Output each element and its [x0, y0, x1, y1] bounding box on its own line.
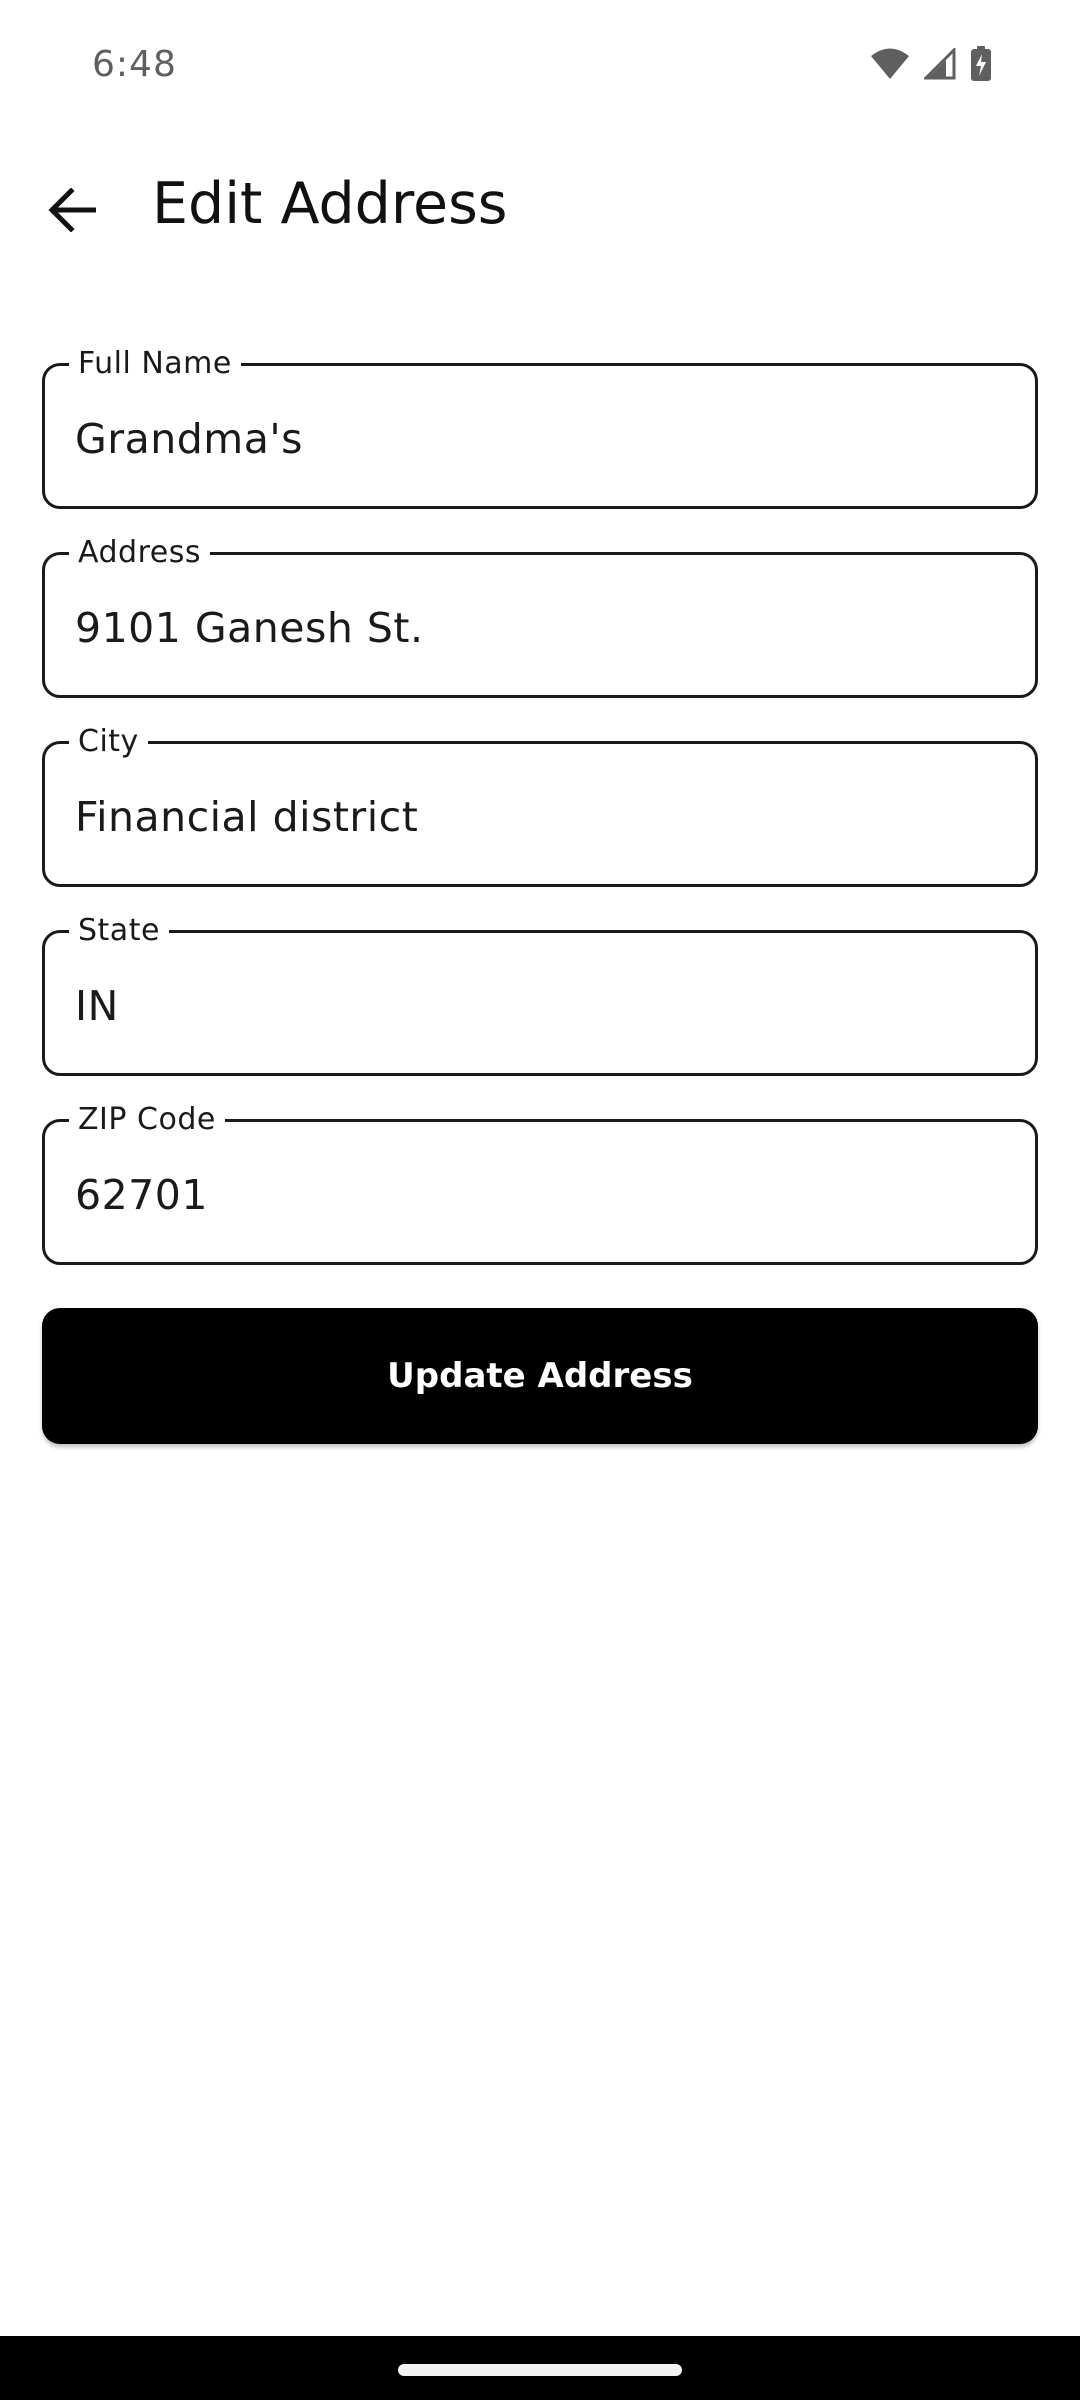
zip-code-field[interactable]: ZIP Code 62701	[42, 1102, 1038, 1265]
home-gesture-handle[interactable]	[398, 2364, 682, 2376]
state-label: State	[69, 913, 169, 949]
status-icons	[870, 46, 992, 87]
full-name-input[interactable]: Grandma's	[75, 414, 303, 464]
back-button[interactable]	[32, 172, 112, 252]
address-input[interactable]: 9101 Ganesh St.	[75, 603, 424, 653]
cellular-signal-icon	[922, 46, 956, 85]
zip-code-label: ZIP Code	[69, 1102, 225, 1138]
edit-address-screen: 6:48 Edit Address Full Name Grandma's Ad…	[0, 0, 1080, 2400]
arrow-back-icon	[48, 186, 97, 237]
page-title: Edit Address	[152, 171, 508, 237]
city-field[interactable]: City Financial district	[42, 724, 1038, 887]
zip-code-input[interactable]: 62701	[75, 1170, 208, 1220]
address-field[interactable]: Address 9101 Ganesh St.	[42, 535, 1038, 698]
state-field[interactable]: State IN	[42, 913, 1038, 1076]
update-address-button[interactable]: Update Address	[42, 1308, 1038, 1444]
status-bar: 6:48	[0, 0, 1080, 132]
full-name-field[interactable]: Full Name Grandma's	[42, 346, 1038, 509]
state-input[interactable]: IN	[75, 981, 119, 1031]
battery-charging-icon	[970, 46, 992, 87]
navigation-bar	[0, 2336, 1080, 2400]
wifi-icon	[870, 47, 910, 86]
city-input[interactable]: Financial district	[75, 792, 418, 842]
address-label: Address	[69, 535, 210, 571]
full-name-label: Full Name	[69, 346, 241, 382]
app-bar: Edit Address	[0, 132, 1080, 277]
status-time: 6:48	[92, 44, 177, 85]
city-label: City	[69, 724, 148, 760]
